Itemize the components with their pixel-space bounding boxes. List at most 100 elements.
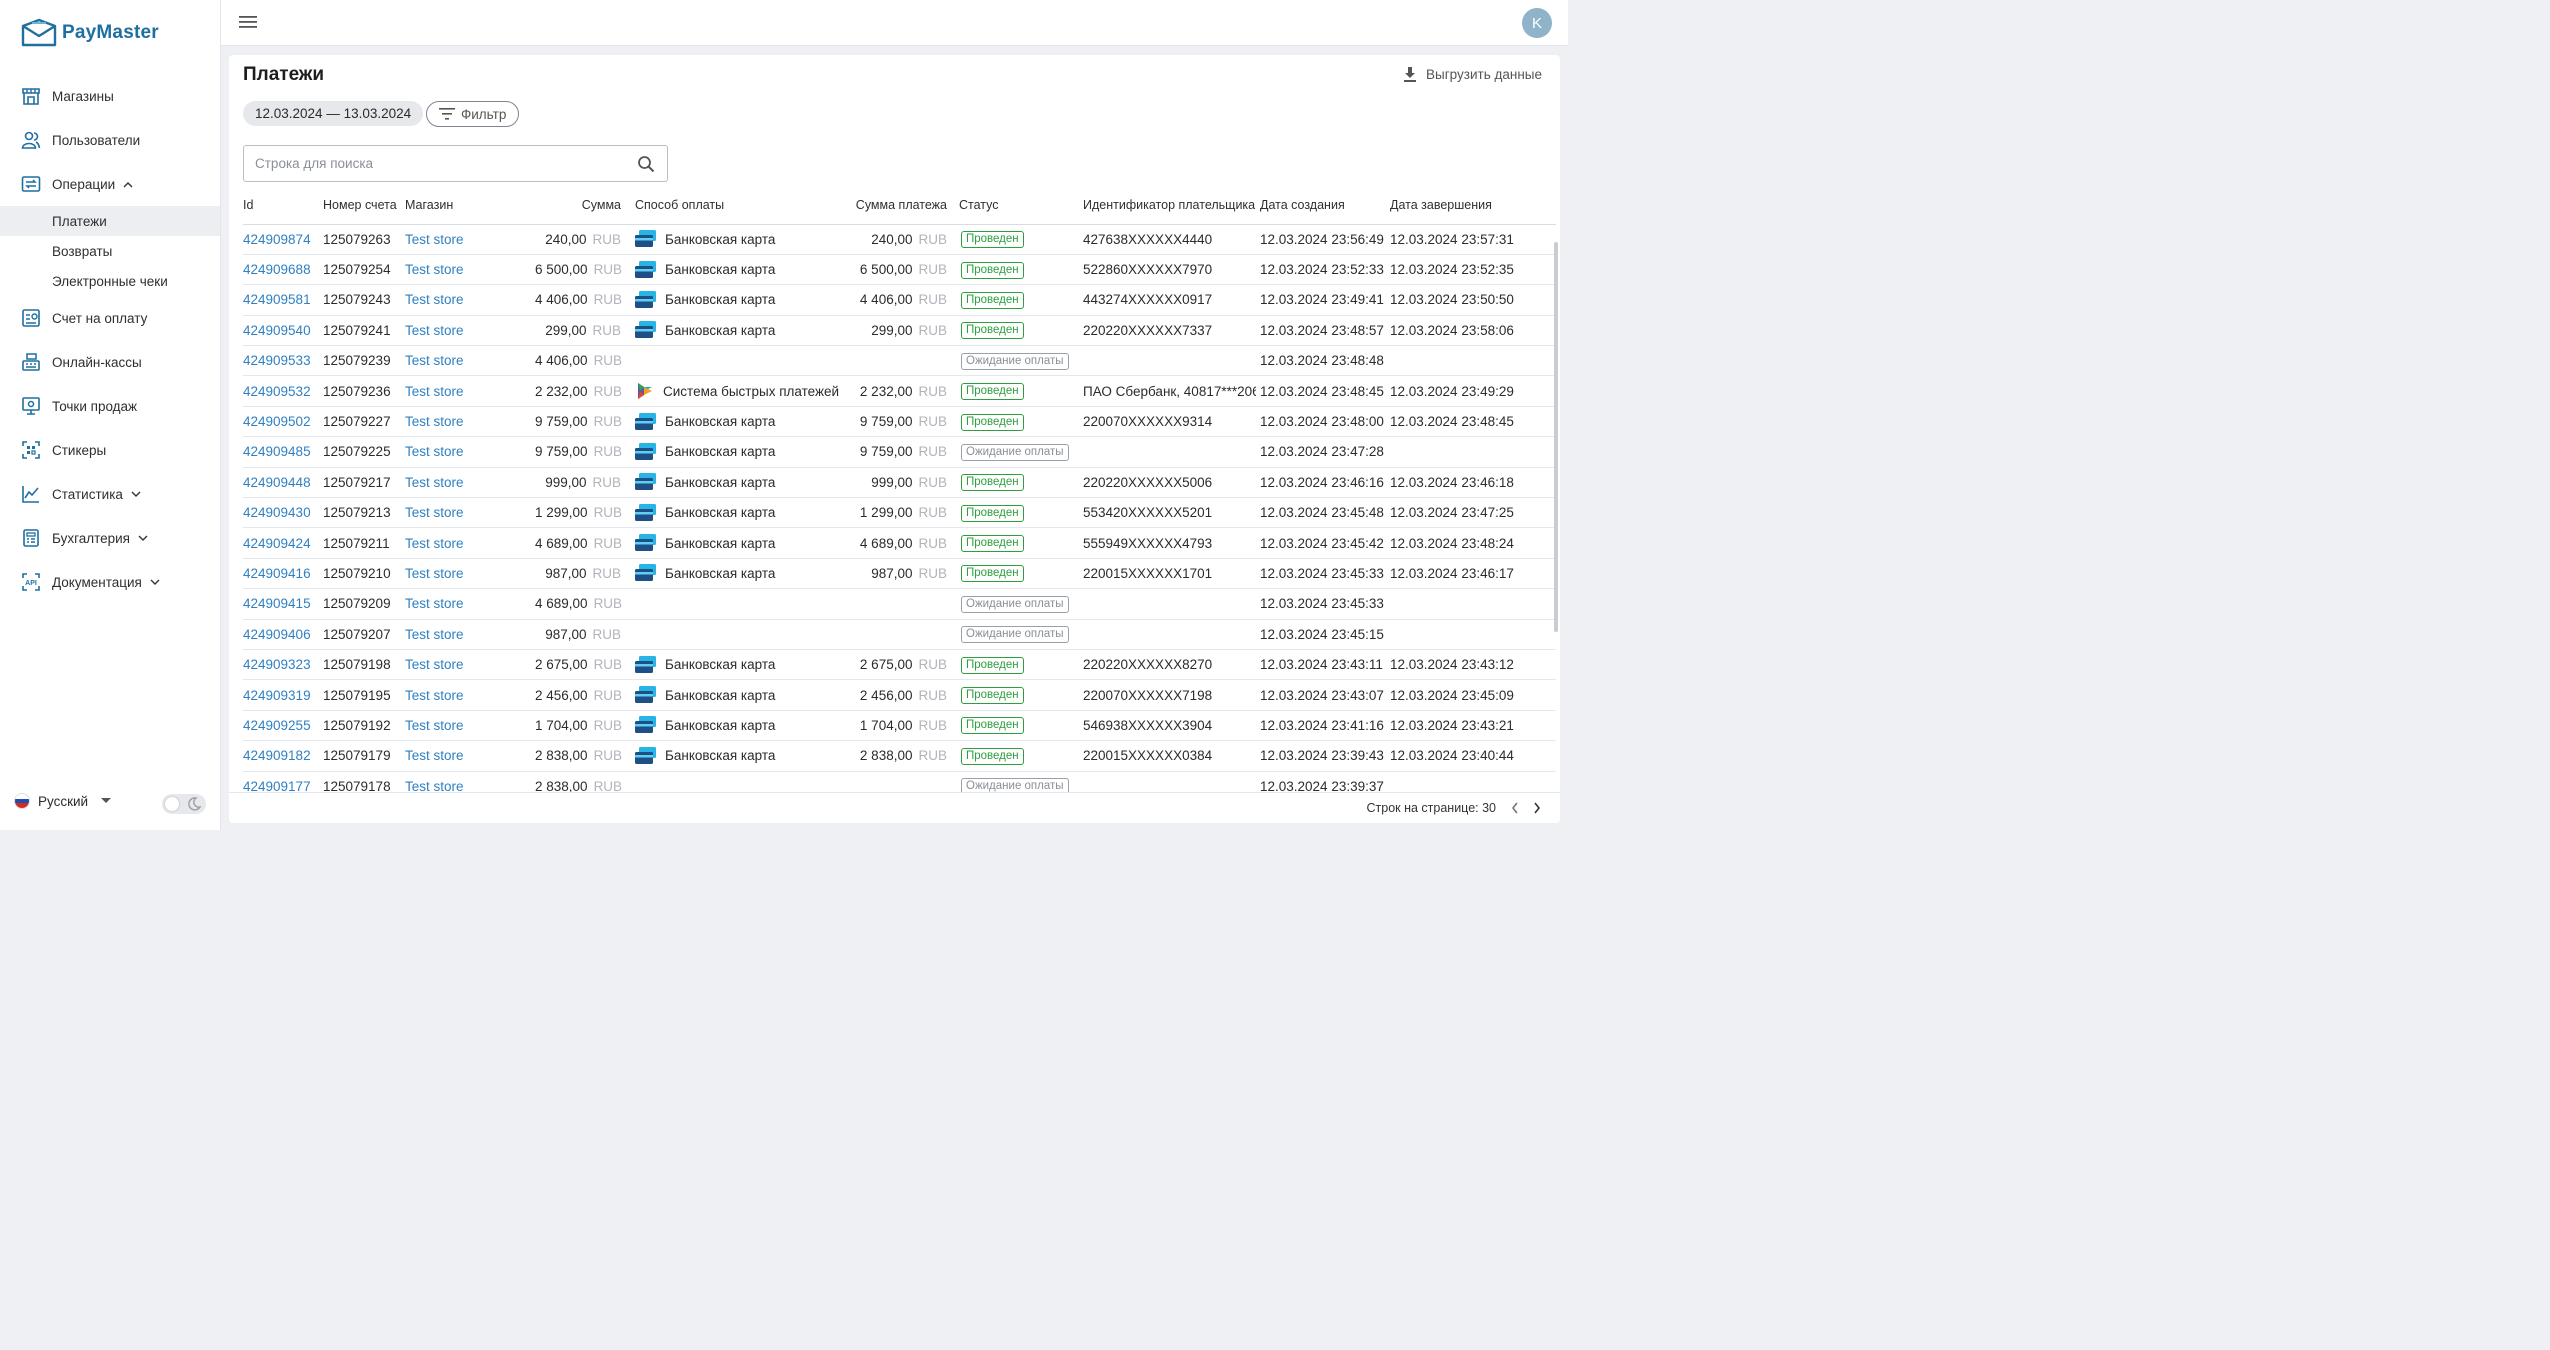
table-row[interactable]: 424909688 125079254 Test store 6 500,00 RUB Б… — [243, 254, 1556, 286]
payment-id-link[interactable]: 424909406 — [243, 627, 311, 642]
sidebar-item-pos[interactable]: Точки продаж — [0, 384, 220, 428]
store-link[interactable]: Test store — [405, 505, 464, 520]
store-link[interactable]: Test store — [405, 657, 464, 672]
table-row[interactable]: 424909415 125079209 Test store 4 689,00 RUB О… — [243, 588, 1556, 620]
status-badge: Проведен — [961, 322, 1024, 340]
sidebar-item-qr[interactable]: Стикеры — [0, 428, 220, 472]
hamburger-menu-icon[interactable] — [239, 15, 257, 29]
store-link[interactable]: Test store — [405, 718, 464, 733]
store-link[interactable]: Test store — [405, 536, 464, 551]
bank-card-icon — [635, 473, 657, 491]
table-row[interactable]: 424909532 125079236 Test store 2 232,00 RUB С… — [243, 375, 1556, 407]
table-row[interactable]: 424909177 125079178 Test store 2 838,00 RUB О… — [243, 771, 1556, 792]
store-link[interactable]: Test store — [405, 596, 464, 611]
export-data-button[interactable]: Выгрузить данные — [1402, 66, 1542, 82]
paymaster-logo[interactable]: PayMaster — [20, 18, 159, 48]
search-input[interactable] — [244, 146, 614, 181]
table-row[interactable]: 424909416 125079210 Test store 987,00 RUB Бан… — [243, 558, 1556, 590]
table-row[interactable]: 424909502 125079227 Test store 9 759,00 RUB Б… — [243, 406, 1556, 438]
store-link[interactable]: Test store — [405, 232, 464, 247]
sidebar-subitem[interactable]: Электронные чеки — [0, 266, 220, 296]
payment-id-link[interactable]: 424909532 — [243, 384, 311, 399]
table-row[interactable]: 424909406 125079207 Test store 987,00 RUB Ожи… — [243, 619, 1556, 650]
column-header[interactable]: Дата завершения — [1386, 186, 1556, 225]
payment-id-link[interactable]: 424909415 — [243, 596, 311, 611]
store-link[interactable]: Test store — [405, 688, 464, 703]
payment-id-link[interactable]: 424909688 — [243, 262, 311, 277]
chevron-right-icon[interactable] — [1532, 800, 1542, 816]
sidebar-item-chart[interactable]: Статистика — [0, 472, 220, 516]
payment-id-link[interactable]: 424909430 — [243, 505, 311, 520]
chevron-left-icon[interactable] — [1510, 800, 1520, 816]
table-row[interactable]: 424909533 125079239 Test store 4 406,00 RUB О… — [243, 345, 1556, 377]
sidebar-item-accounting[interactable]: Бухгалтерия — [0, 516, 220, 560]
column-header[interactable]: Дата создания — [1256, 186, 1386, 225]
rows-per-page[interactable]: Строк на странице: 30 — [1366, 801, 1496, 815]
theme-toggle[interactable] — [162, 794, 206, 814]
payment-id-link[interactable]: 424909323 — [243, 657, 311, 672]
sidebar-item-invoice[interactable]: Счет на оплату — [0, 296, 220, 340]
table-row[interactable]: 424909540 125079241 Test store 299,00 RUB Бан… — [243, 315, 1556, 347]
payment-id-link[interactable]: 424909416 — [243, 566, 311, 581]
sidebar-subitem[interactable]: Платежи — [0, 206, 220, 236]
date-range-chip[interactable]: 12.03.2024 — 13.03.2024 — [243, 101, 424, 126]
store-link[interactable]: Test store — [405, 414, 464, 429]
payment-id-link[interactable]: 424909540 — [243, 323, 311, 338]
payment-id-link[interactable]: 424909319 — [243, 688, 311, 703]
payment-id-link[interactable]: 424909502 — [243, 414, 311, 429]
search-icon[interactable] — [637, 155, 655, 173]
payer-identifier: 220070XXXXXX7198 — [1083, 687, 1213, 703]
store-link[interactable]: Test store — [405, 748, 464, 763]
chevron-down-icon — [131, 491, 141, 498]
column-header[interactable]: Магазин — [405, 186, 535, 225]
store-link[interactable]: Test store — [405, 627, 464, 642]
payment-id-link[interactable]: 424909182 — [243, 748, 311, 763]
table-row[interactable]: 424909319 125079195 Test store 2 456,00 RUB Б… — [243, 679, 1556, 711]
column-header[interactable]: Номер счета — [323, 186, 405, 225]
vertical-scrollbar[interactable] — [1554, 242, 1558, 632]
table-row[interactable]: 424909448 125079217 Test store 999,00 RUB Бан… — [243, 467, 1556, 499]
sidebar-item-store[interactable]: Магазины — [0, 74, 220, 118]
store-link[interactable]: Test store — [405, 353, 464, 368]
column-header[interactable]: Статус — [951, 186, 1077, 225]
sidebar-item-cash-register[interactable]: Онлайн-кассы — [0, 340, 220, 384]
store-link[interactable]: Test store — [405, 475, 464, 490]
language-selector[interactable]: Русский — [14, 793, 112, 809]
payment-id-link[interactable]: 424909581 — [243, 292, 311, 307]
table-row[interactable]: 424909581 125079243 Test store 4 406,00 RUB Б… — [243, 284, 1556, 316]
payment-id-link[interactable]: 424909485 — [243, 444, 311, 459]
column-header[interactable]: Сумма платежа — [843, 186, 951, 225]
store-link[interactable]: Test store — [405, 779, 464, 792]
filter-button[interactable]: Фильтр — [426, 101, 520, 127]
store-link[interactable]: Test store — [405, 323, 464, 338]
payment-id-link[interactable]: 424909177 — [243, 779, 311, 792]
store-link[interactable]: Test store — [405, 262, 464, 277]
column-header[interactable]: Сумма — [535, 186, 635, 225]
column-header[interactable]: Идентификатор плательщика — [1077, 186, 1256, 225]
completed-date: 12.03.2024 23:46:17 — [1390, 565, 1514, 581]
sidebar-subitem[interactable]: Возвраты — [0, 236, 220, 266]
sidebar-item-users[interactable]: Пользователи — [0, 118, 220, 162]
table-row[interactable]: 424909182 125079179 Test store 2 838,00 RUB Б… — [243, 740, 1556, 772]
table-row[interactable]: 424909255 125079192 Test store 1 704,00 RUB Б… — [243, 710, 1556, 742]
payment-id-link[interactable]: 424909424 — [243, 536, 311, 551]
table-row[interactable]: 424909485 125079225 Test store 9 759,00 RUB Б… — [243, 436, 1556, 468]
payment-id-link[interactable]: 424909255 — [243, 718, 311, 733]
payment-id-link[interactable]: 424909533 — [243, 353, 311, 368]
table-row[interactable]: 424909424 125079211 Test store 4 689,00 RUB Б… — [243, 527, 1556, 559]
sidebar-item-api[interactable]: API Документация — [0, 560, 220, 604]
user-avatar[interactable]: K — [1522, 8, 1552, 38]
column-header[interactable]: Id — [243, 186, 323, 225]
store-link[interactable]: Test store — [405, 292, 464, 307]
column-header[interactable]: Способ оплаты — [635, 186, 843, 225]
table-row[interactable]: 424909323 125079198 Test store 2 675,00 RUB Б… — [243, 649, 1556, 681]
store-link[interactable]: Test store — [405, 444, 464, 459]
caret-down-icon — [101, 798, 112, 803]
table-row[interactable]: 424909430 125079213 Test store 1 299,00 RUB Б… — [243, 497, 1556, 529]
payment-id-link[interactable]: 424909874 — [243, 232, 311, 247]
payment-id-link[interactable]: 424909448 — [243, 475, 311, 490]
sidebar-item-operations[interactable]: Операции — [0, 162, 220, 206]
table-row[interactable]: 424909874 125079263 Test store 240,00 RUB Бан… — [243, 224, 1556, 255]
store-link[interactable]: Test store — [405, 384, 464, 399]
store-link[interactable]: Test store — [405, 566, 464, 581]
